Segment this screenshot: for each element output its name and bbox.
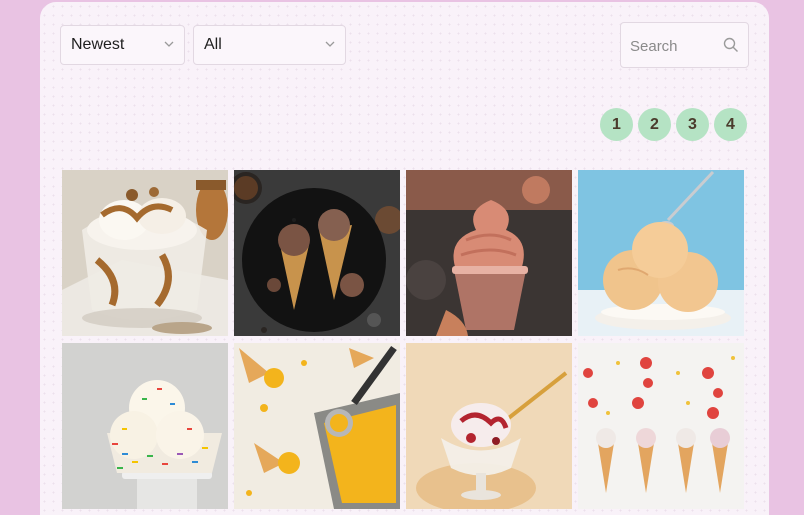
- soft-serve-photo: [406, 170, 572, 336]
- photo-tile-chocolate-cones[interactable]: [234, 170, 400, 336]
- search-box: [620, 22, 749, 68]
- pagination: 1 2 3 4: [600, 108, 747, 141]
- sort-select-value: Newest: [71, 36, 125, 53]
- search-icon[interactable]: [723, 37, 739, 53]
- sort-select[interactable]: Newest: [60, 25, 185, 65]
- gallery-panel: Newest All 1 2 3 4: [40, 2, 769, 515]
- chevron-down-icon: [164, 41, 174, 47]
- peach-bowl-photo: [578, 170, 744, 336]
- mango-photo: [234, 343, 400, 509]
- search-input[interactable]: [630, 35, 720, 57]
- chocolate-cones-photo: [234, 170, 400, 336]
- photo-tile-peach-bowl[interactable]: [578, 170, 744, 336]
- page-button-1[interactable]: 1: [600, 108, 633, 141]
- photo-tile-coupe[interactable]: [406, 343, 572, 509]
- filter-select[interactable]: All: [193, 25, 346, 65]
- sundae-photo: [62, 170, 228, 336]
- photo-tile-sundae[interactable]: [62, 170, 228, 336]
- photo-grid: [62, 170, 744, 509]
- photo-tile-soft-serve[interactable]: [406, 170, 572, 336]
- page-button-2[interactable]: 2: [638, 108, 671, 141]
- sprinkles-photo: [62, 343, 228, 509]
- photo-tile-cone-row[interactable]: [578, 343, 744, 509]
- page-button-3[interactable]: 3: [676, 108, 709, 141]
- chevron-down-icon: [325, 41, 335, 47]
- photo-tile-sprinkles[interactable]: [62, 343, 228, 509]
- photo-tile-mango[interactable]: [234, 343, 400, 509]
- cone-row-photo: [578, 343, 744, 509]
- coupe-photo: [406, 343, 572, 509]
- page-button-4[interactable]: 4: [714, 108, 747, 141]
- filter-select-value: All: [204, 36, 222, 53]
